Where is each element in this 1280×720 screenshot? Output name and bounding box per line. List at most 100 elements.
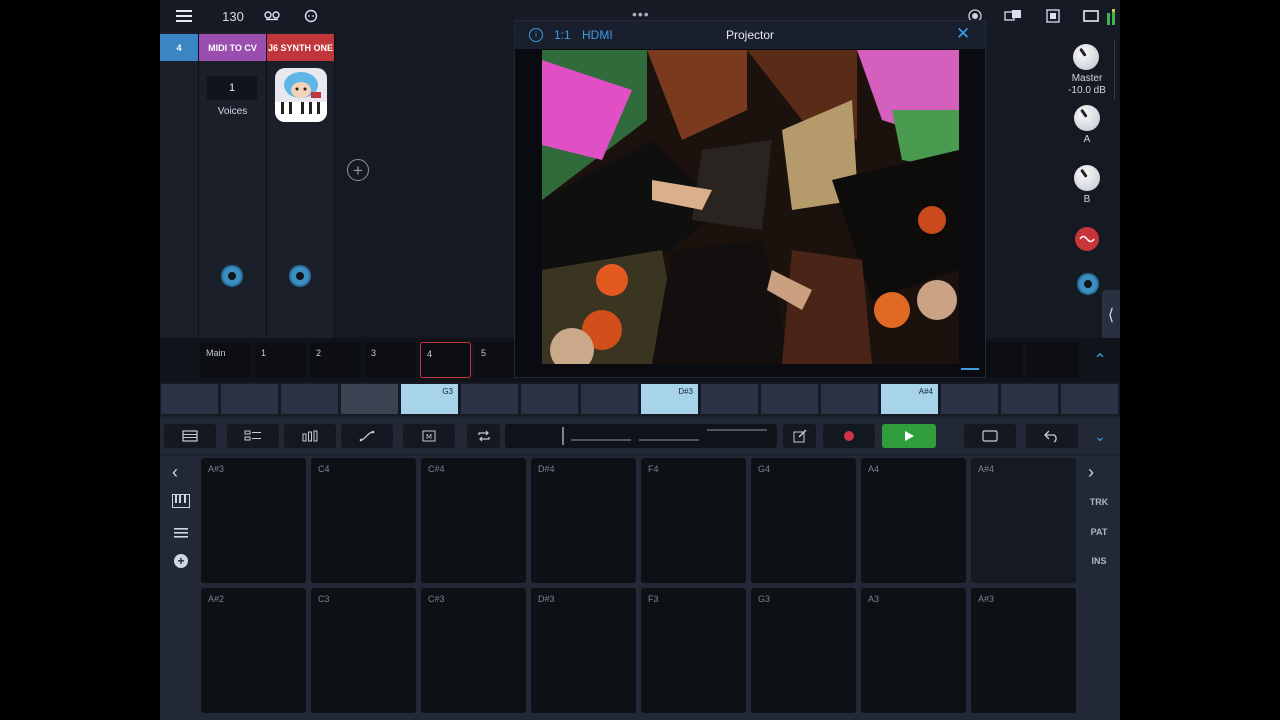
track-cell[interactable] (341, 384, 398, 414)
sequencer-toolbar: M ⌄ (160, 418, 1120, 454)
pad[interactable]: D#4 (531, 458, 636, 583)
strip-header[interactable]: MIDI TO CV (199, 34, 266, 61)
undo-icon[interactable] (1026, 424, 1078, 448)
clip-d-sharp-3[interactable]: D#3 (641, 384, 698, 414)
pad[interactable]: A#3 (971, 588, 1076, 713)
scene-4[interactable]: 4 (420, 342, 471, 378)
strip-midi-to-cv[interactable]: MIDI TO CV 1 Voices (199, 32, 267, 338)
chevron-up-icon[interactable]: ⌃ (1088, 350, 1112, 370)
track-row: G3 D#3 A#4 (160, 382, 1120, 416)
pad[interactable]: C#3 (421, 588, 526, 713)
svg-text:M: M (426, 433, 432, 441)
track-cell[interactable] (161, 384, 218, 414)
pad[interactable]: A3 (861, 588, 966, 713)
scene-1[interactable]: 1 (255, 342, 306, 378)
pad[interactable]: C4 (311, 458, 416, 583)
pad[interactable]: F4 (641, 458, 746, 583)
master-knob[interactable] (1073, 44, 1099, 70)
list-view-icon[interactable] (164, 424, 216, 448)
loop-icon[interactable] (467, 424, 500, 448)
track-cell[interactable] (221, 384, 278, 414)
chevron-down-icon[interactable]: ⌄ (1088, 424, 1112, 448)
window-icon[interactable] (1080, 6, 1102, 26)
record-dot-icon (844, 431, 854, 441)
trk-button[interactable]: TRK (1079, 497, 1119, 507)
voices-label: Voices (217, 106, 248, 117)
pad[interactable]: D#3 (531, 588, 636, 713)
strip-track[interactable]: 4 (160, 32, 199, 338)
pad[interactable]: A#2 (201, 588, 306, 713)
pad[interactable]: A#4 (971, 458, 1076, 583)
lfo-wave-icon[interactable] (1075, 227, 1099, 251)
pad[interactable]: C3 (311, 588, 416, 713)
step-bars-icon[interactable] (284, 424, 336, 448)
pad[interactable]: G3 (751, 588, 856, 713)
link-icon[interactable] (1002, 6, 1024, 26)
timeline-display[interactable] (505, 424, 777, 448)
automation-curve-icon[interactable] (341, 424, 393, 448)
chevron-right-icon[interactable]: › (1088, 462, 1094, 483)
midi-icon[interactable]: M (403, 424, 455, 448)
clip-g3[interactable]: G3 (401, 384, 458, 414)
collapse-panel-icon[interactable]: ⟨ (1102, 290, 1120, 340)
record-button[interactable] (823, 424, 875, 448)
pad[interactable]: A#3 (201, 458, 306, 583)
track-cell[interactable] (701, 384, 758, 414)
resize-handle-icon[interactable] (961, 368, 979, 370)
track-cell[interactable] (521, 384, 578, 414)
menu-icon[interactable] (174, 6, 194, 26)
scene-slot[interactable] (1027, 342, 1078, 378)
pad[interactable]: G4 (751, 458, 856, 583)
knob-b[interactable] (1074, 165, 1100, 191)
add-icon[interactable]: + (174, 554, 188, 568)
track-cell[interactable] (1001, 384, 1058, 414)
track-cell[interactable] (761, 384, 818, 414)
overview-icon[interactable] (964, 424, 1016, 448)
clip-a-sharp-4[interactable]: A#4 (881, 384, 938, 414)
pad[interactable]: C#4 (421, 458, 526, 583)
strip-j6-synth-one[interactable]: J6 SYNTH ONE (267, 32, 335, 338)
projector-title: Projector (725, 28, 775, 42)
voices-value[interactable]: 1 (207, 76, 257, 100)
synth-app-icon[interactable] (275, 68, 327, 122)
strip-header[interactable]: 4 (160, 34, 198, 61)
projector-header: i 1:1 HDMI Projector ✕ (515, 21, 985, 49)
pads-area: ‹ + A#3 C4 C#4 D#4 F4 G4 A4 A#4 A#2 C3 C… (160, 456, 1120, 720)
knob-a[interactable] (1074, 105, 1100, 131)
sequence-view-icon[interactable] (227, 424, 279, 448)
master-label: Master (1071, 73, 1103, 84)
scene-3[interactable]: 3 (365, 342, 416, 378)
tempo-display[interactable]: 130 (218, 6, 248, 26)
tape-icon[interactable] (262, 6, 282, 26)
scene-main[interactable]: Main (200, 342, 251, 378)
stop-icon[interactable] (1042, 6, 1064, 26)
track-cell[interactable] (821, 384, 878, 414)
play-button[interactable] (882, 424, 936, 448)
close-icon[interactable]: ✕ (956, 25, 970, 42)
clock-icon[interactable] (301, 6, 321, 26)
track-cell[interactable] (1061, 384, 1118, 414)
piano-keys-icon[interactable] (172, 494, 190, 513)
edit-icon[interactable] (783, 424, 816, 448)
midi-port-icon[interactable] (289, 265, 311, 287)
pad[interactable]: F3 (641, 588, 746, 713)
master-value: -10.0 dB (1068, 85, 1106, 96)
chevron-left-icon[interactable]: ‹ (172, 462, 178, 483)
track-cell[interactable] (281, 384, 338, 414)
knob-b-label: B (1083, 194, 1091, 205)
add-strip-button[interactable]: + (347, 159, 369, 181)
list-icon[interactable] (174, 526, 188, 544)
master-section: Master -10.0 dB (1060, 40, 1115, 100)
midi-port-icon[interactable] (221, 265, 243, 287)
pad[interactable]: A4 (861, 458, 966, 583)
track-cell[interactable] (461, 384, 518, 414)
strip-header[interactable]: J6 SYNTH ONE (267, 34, 334, 61)
track-cell[interactable] (581, 384, 638, 414)
video-output (542, 50, 959, 364)
pat-button[interactable]: PAT (1079, 527, 1119, 537)
ins-button[interactable]: INS (1079, 556, 1119, 566)
projector-window[interactable]: i 1:1 HDMI Projector ✕ (514, 20, 986, 378)
output-port-icon[interactable] (1077, 273, 1099, 295)
track-cell[interactable] (941, 384, 998, 414)
scene-2[interactable]: 2 (310, 342, 361, 378)
